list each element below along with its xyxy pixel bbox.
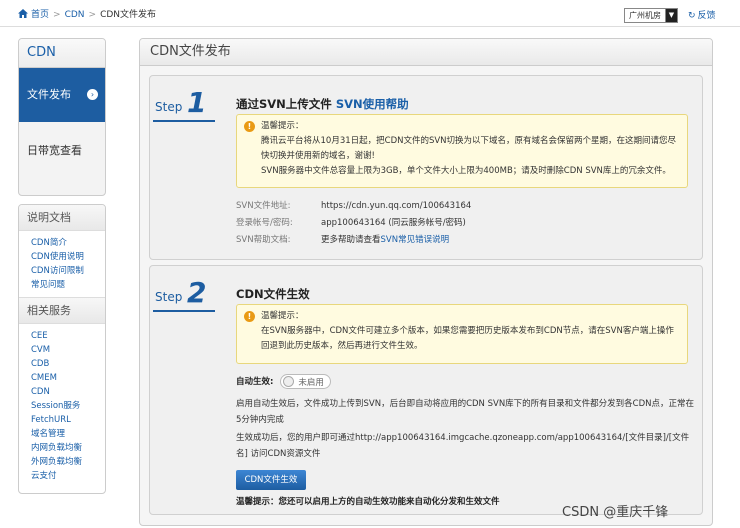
service-link[interactable]: CVM — [31, 343, 105, 357]
service-link[interactable]: CMEM — [31, 371, 105, 385]
cdn-publish-button[interactable]: CDN文件生效 — [236, 470, 306, 490]
services-title: 相关服务 — [19, 297, 105, 324]
docs-link[interactable]: CDN访问限制 — [31, 264, 105, 278]
auto-publish-row: 自动生效: 未启用 — [236, 374, 331, 389]
warning-icon: ! — [244, 121, 255, 132]
main-panel: CDN文件发布 Step 1 通过SVN上传文件 SVN使用帮助 ! 温馨提示： … — [139, 38, 713, 526]
step1-heading: 通过SVN上传文件 SVN使用帮助 — [236, 97, 409, 111]
warning-icon: ! — [244, 311, 255, 322]
svn-help-link[interactable]: SVN使用帮助 — [336, 97, 409, 111]
service-link[interactable]: CDN — [31, 385, 105, 399]
page-title: CDN文件发布 — [140, 39, 712, 66]
docs-link[interactable]: 常见问题 — [31, 278, 105, 292]
chevron-right-icon: > — [53, 10, 61, 20]
breadcrumb-home[interactable]: 首页 — [31, 10, 49, 20]
tip-text: SVN服务器中文件总容量上限为3GB，单个文件大小上限为400MB；请及时删除C… — [261, 166, 671, 176]
service-link[interactable]: Session服务 — [31, 399, 105, 413]
svn-address: https://cdn.yun.qq.com/100643164 — [321, 201, 472, 211]
tip-title: 温馨提示： — [261, 121, 304, 131]
access-desc: 生效成功后，您的用户即可通过http://app100643164.imgcac… — [236, 433, 690, 459]
toggle-knob-icon — [283, 376, 295, 387]
service-link[interactable]: 云支付 — [31, 469, 105, 483]
region-select-value: 广州机房 — [629, 11, 661, 20]
docs-title: 说明文档 — [19, 205, 105, 231]
step1-box: Step 1 通过SVN上传文件 SVN使用帮助 ! 温馨提示： 腾讯云平台将从1… — [149, 75, 703, 260]
service-link[interactable]: CDB — [31, 357, 105, 371]
svn-account: app100643164 (同云服务帐号/密码) — [321, 218, 466, 228]
step2-badge: Step 2 — [153, 276, 217, 312]
service-link[interactable]: CEE — [31, 329, 105, 343]
services-list: CEE CVM CDB CMEM CDN Session服务 FetchURL … — [19, 324, 105, 488]
service-link[interactable]: FetchURL — [31, 413, 105, 427]
region-select[interactable]: 广州机房 ▼ — [624, 8, 678, 23]
tip-title: 温馨提示： — [261, 311, 304, 321]
step2-tip: ! 温馨提示： 在SVN服务器中，CDN文件可建立多个版本，如果您需要把历史版本… — [236, 304, 688, 364]
step1-tip: ! 温馨提示： 腾讯云平台将从10月31日起，把CDN文件的SVN切换为以下域名… — [236, 114, 688, 188]
docs-link[interactable]: CDN简介 — [31, 236, 105, 250]
breadcrumb: 首页 > CDN > CDN文件发布 — [18, 7, 156, 20]
tip-text: 在SVN服务器中，CDN文件可建立多个版本，如果您需要把历史版本发布到CDN节点… — [261, 326, 674, 351]
bottom-tip: 温馨提示：您还可以启用上方的自动生效功能来自动化分发和生效文件 — [236, 497, 500, 507]
service-link[interactable]: 内网负载均衡 — [31, 441, 105, 455]
sidebar-item-bandwidth[interactable]: 日带宽查看 — [19, 122, 105, 159]
top-bar: 首页 > CDN > CDN文件发布 广州机房 ▼ ↻ 反馈 — [0, 0, 740, 27]
sidebar-item-label: 文件发布 — [27, 88, 71, 101]
svn-info: SVN文件地址: https://cdn.yun.qq.com/100643164… — [236, 201, 472, 245]
service-link[interactable]: 域名管理 — [31, 427, 105, 441]
chevron-right-icon: > — [88, 10, 97, 20]
docs-list: CDN简介 CDN使用说明 CDN访问限制 常见问题 — [19, 231, 105, 297]
sidebar-docs: 说明文档 CDN简介 CDN使用说明 CDN访问限制 常见问题 相关服务 CEE… — [18, 204, 106, 494]
breadcrumb-cdn[interactable]: CDN — [65, 10, 85, 20]
step1-badge: Step 1 — [153, 86, 217, 122]
svn-error-doc-link[interactable]: SVN常见错误说明 — [381, 235, 450, 245]
auto-publish-desc: 启用自动生效后，文件成功上传到SVN，后台即自动将应用的CDN SVN库下的所有… — [236, 399, 695, 425]
sidebar-item-file-publish[interactable]: 文件发布 › — [19, 68, 105, 122]
service-link[interactable]: 外网负载均衡 — [31, 455, 105, 469]
sidebar-cdn: CDN 文件发布 › 日带宽查看 — [18, 38, 106, 196]
sidebar-title: CDN — [19, 39, 105, 68]
home-icon — [18, 9, 28, 18]
tip-text: 腾讯云平台将从10月31日起，把CDN文件的SVN切换为以下域名，原有域名会保留… — [261, 136, 677, 161]
breadcrumb-current: CDN文件发布 — [100, 10, 157, 20]
chevron-right-icon: › — [87, 89, 98, 100]
feedback-link[interactable]: ↻ 反馈 — [688, 8, 716, 21]
auto-publish-toggle[interactable]: 未启用 — [280, 374, 331, 389]
docs-link[interactable]: CDN使用说明 — [31, 250, 105, 264]
step2-heading: CDN文件生效 — [236, 287, 310, 301]
feedback-icon: ↻ — [688, 11, 696, 21]
watermark: CSDN @重庆千锋 — [562, 505, 669, 520]
step2-box: Step 2 CDN文件生效 ! 温馨提示： 在SVN服务器中，CDN文件可建立… — [149, 265, 703, 515]
chevron-down-icon[interactable]: ▼ — [665, 9, 677, 22]
